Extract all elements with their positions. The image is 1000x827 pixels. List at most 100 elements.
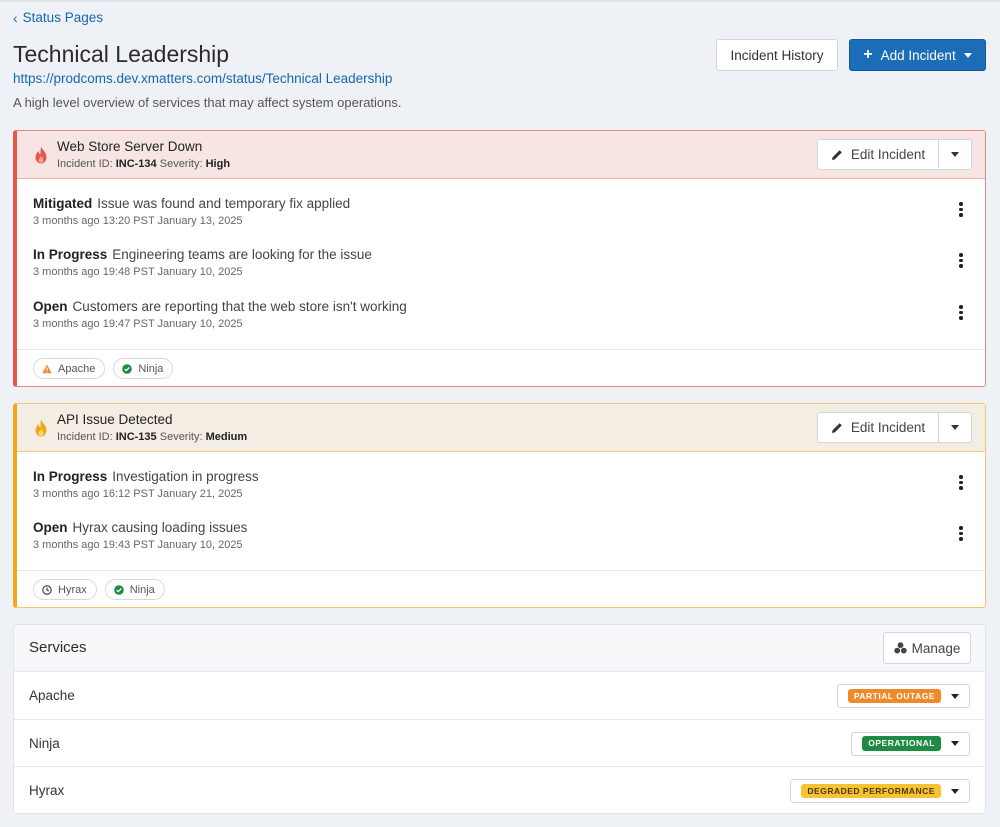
update-time: 3 months ago 13:20 PST January 13, 2025 <box>33 215 243 227</box>
service-tags: Hyrax Ninja <box>33 579 165 600</box>
edit-incident-group: Edit Incident <box>817 139 972 170</box>
page-title: Technical Leadership <box>13 41 230 67</box>
divider <box>17 349 985 350</box>
add-incident-button[interactable]: + Add Incident <box>849 39 986 71</box>
service-tag-label: Ninja <box>138 362 164 375</box>
incident-meta: Incident ID: INC-135 Severity: Medium <box>57 431 247 443</box>
edit-incident-label: Edit Incident <box>850 147 926 162</box>
flame-icon <box>35 419 47 437</box>
incident-update: In Progress Investigation in progress 3 m… <box>33 469 985 513</box>
incident-card: API Issue Detected Incident ID: INC-135 … <box>13 403 986 608</box>
caret-down-icon <box>951 741 959 746</box>
service-name: Hyrax <box>29 783 65 798</box>
incident-header: API Issue Detected Incident ID: INC-135 … <box>17 404 985 452</box>
update-status: Mitigated <box>33 196 93 211</box>
update-time: 3 months ago 19:47 PST January 10, 2025 <box>33 318 243 330</box>
service-tags: Apache Ninja <box>33 358 174 379</box>
chevron-left-icon: ‹ <box>13 9 18 26</box>
service-name: Ninja <box>29 735 60 751</box>
update-status: Open <box>33 520 68 535</box>
service-tag[interactable]: Hyrax <box>33 579 97 600</box>
update-time: 3 months ago 16:12 PST January 21, 2025 <box>33 488 243 500</box>
update-status: Open <box>33 299 68 314</box>
kebab-menu-icon[interactable] <box>959 202 963 217</box>
caret-down-icon <box>951 693 959 699</box>
services-header: Services Manage <box>14 625 985 672</box>
kebab-menu-icon[interactable] <box>959 475 963 490</box>
incident-update: In Progress Engineering teams are looking… <box>33 247 985 291</box>
status-badge: PARTIAL OUTAGE <box>847 688 941 704</box>
update-time: 3 months ago 19:43 PST January 10, 2025 <box>33 539 243 551</box>
status-badge: DEGRADED PERFORMANCE <box>801 783 941 799</box>
service-row: Hyrax DEGRADED PERFORMANCE <box>14 767 985 813</box>
breadcrumb[interactable]: ‹ Status Pages <box>13 10 103 25</box>
incident-id-label: Incident ID: <box>57 431 113 443</box>
incident-header: Web Store Server Down Incident ID: INC-1… <box>17 131 985 179</box>
incident-card: Web Store Server Down Incident ID: INC-1… <box>13 130 986 387</box>
check-circle-icon <box>122 363 133 374</box>
service-tag[interactable]: Ninja <box>104 579 165 600</box>
kebab-menu-icon[interactable] <box>959 526 963 541</box>
incident-history-button[interactable]: Incident History <box>716 39 838 71</box>
service-tag-label: Apache <box>58 362 96 375</box>
incident-id: INC-134 <box>115 158 157 170</box>
edit-incident-button[interactable]: Edit Incident <box>818 140 939 169</box>
update-text: Investigation in progress <box>112 469 259 484</box>
service-tag-label: Hyrax <box>58 583 87 596</box>
page-url-link[interactable]: https://prodcoms.dev.xmatters.com/status… <box>13 71 392 86</box>
status-dropdown[interactable]: OPERATIONAL <box>851 731 970 756</box>
update-text: Hyrax causing loading issues <box>72 520 248 535</box>
status-badge: OPERATIONAL <box>862 736 941 751</box>
divider <box>17 570 985 571</box>
caret-down-icon <box>951 152 959 157</box>
services-title: Services <box>29 639 87 656</box>
incident-update: Mitigated Issue was found and temporary f… <box>33 196 985 240</box>
caret-down-icon <box>951 788 959 794</box>
severity-value: Medium <box>205 431 248 443</box>
edit-incident-label: Edit Incident <box>850 420 926 435</box>
pencil-icon <box>831 149 842 160</box>
kebab-menu-icon[interactable] <box>959 253 963 268</box>
severity-label: Severity: <box>159 431 203 443</box>
incident-id: INC-135 <box>115 431 157 443</box>
service-row: Apache PARTIAL OUTAGE <box>14 672 985 720</box>
update-status: In Progress <box>33 247 108 262</box>
severity-label: Severity: <box>159 158 203 170</box>
services-icon <box>893 642 907 654</box>
incident-title: API Issue Detected <box>57 412 173 427</box>
service-row: Ninja OPERATIONAL <box>14 720 985 767</box>
flame-icon <box>35 146 47 164</box>
services-panel: Services Manage Apache PARTIAL OUTAGE Ni… <box>13 624 986 814</box>
incident-meta: Incident ID: INC-134 Severity: High <box>57 158 230 170</box>
status-dropdown[interactable]: PARTIAL OUTAGE <box>836 684 970 708</box>
manage-button[interactable]: Manage <box>883 632 971 664</box>
severity-value: High <box>205 158 231 170</box>
check-circle-icon <box>113 584 124 595</box>
pencil-icon <box>831 422 842 433</box>
edit-incident-button[interactable]: Edit Incident <box>818 413 939 442</box>
update-text: Engineering teams are looking for the is… <box>112 247 372 262</box>
breadcrumb-link[interactable]: Status Pages <box>23 10 103 25</box>
incident-id-label: Incident ID: <box>57 158 113 170</box>
caret-down-icon <box>963 52 972 58</box>
plus-icon: + <box>863 46 873 63</box>
service-tag[interactable]: Apache <box>33 358 106 379</box>
warning-icon <box>42 364 52 373</box>
top-border <box>0 0 1000 2</box>
service-tag-label: Ninja <box>129 583 155 596</box>
service-tag[interactable]: Ninja <box>113 358 174 379</box>
clock-icon <box>42 584 52 595</box>
service-name: Apache <box>29 688 75 703</box>
edit-dropdown-button[interactable] <box>939 140 971 169</box>
kebab-menu-icon[interactable] <box>959 305 963 320</box>
edit-dropdown-button[interactable] <box>939 413 971 442</box>
status-dropdown[interactable]: DEGRADED PERFORMANCE <box>790 779 970 803</box>
edit-incident-group: Edit Incident <box>817 412 972 443</box>
caret-down-icon <box>951 425 959 430</box>
update-text: Issue was found and temporary fix applie… <box>97 196 351 211</box>
add-incident-label: Add Incident <box>880 47 956 63</box>
update-text: Customers are reporting that the web sto… <box>72 299 407 314</box>
incident-update: Open Hyrax causing loading issues 3 month… <box>33 520 985 564</box>
page-description: A high level overview of services that m… <box>13 95 402 110</box>
incident-title: Web Store Server Down <box>57 139 203 154</box>
